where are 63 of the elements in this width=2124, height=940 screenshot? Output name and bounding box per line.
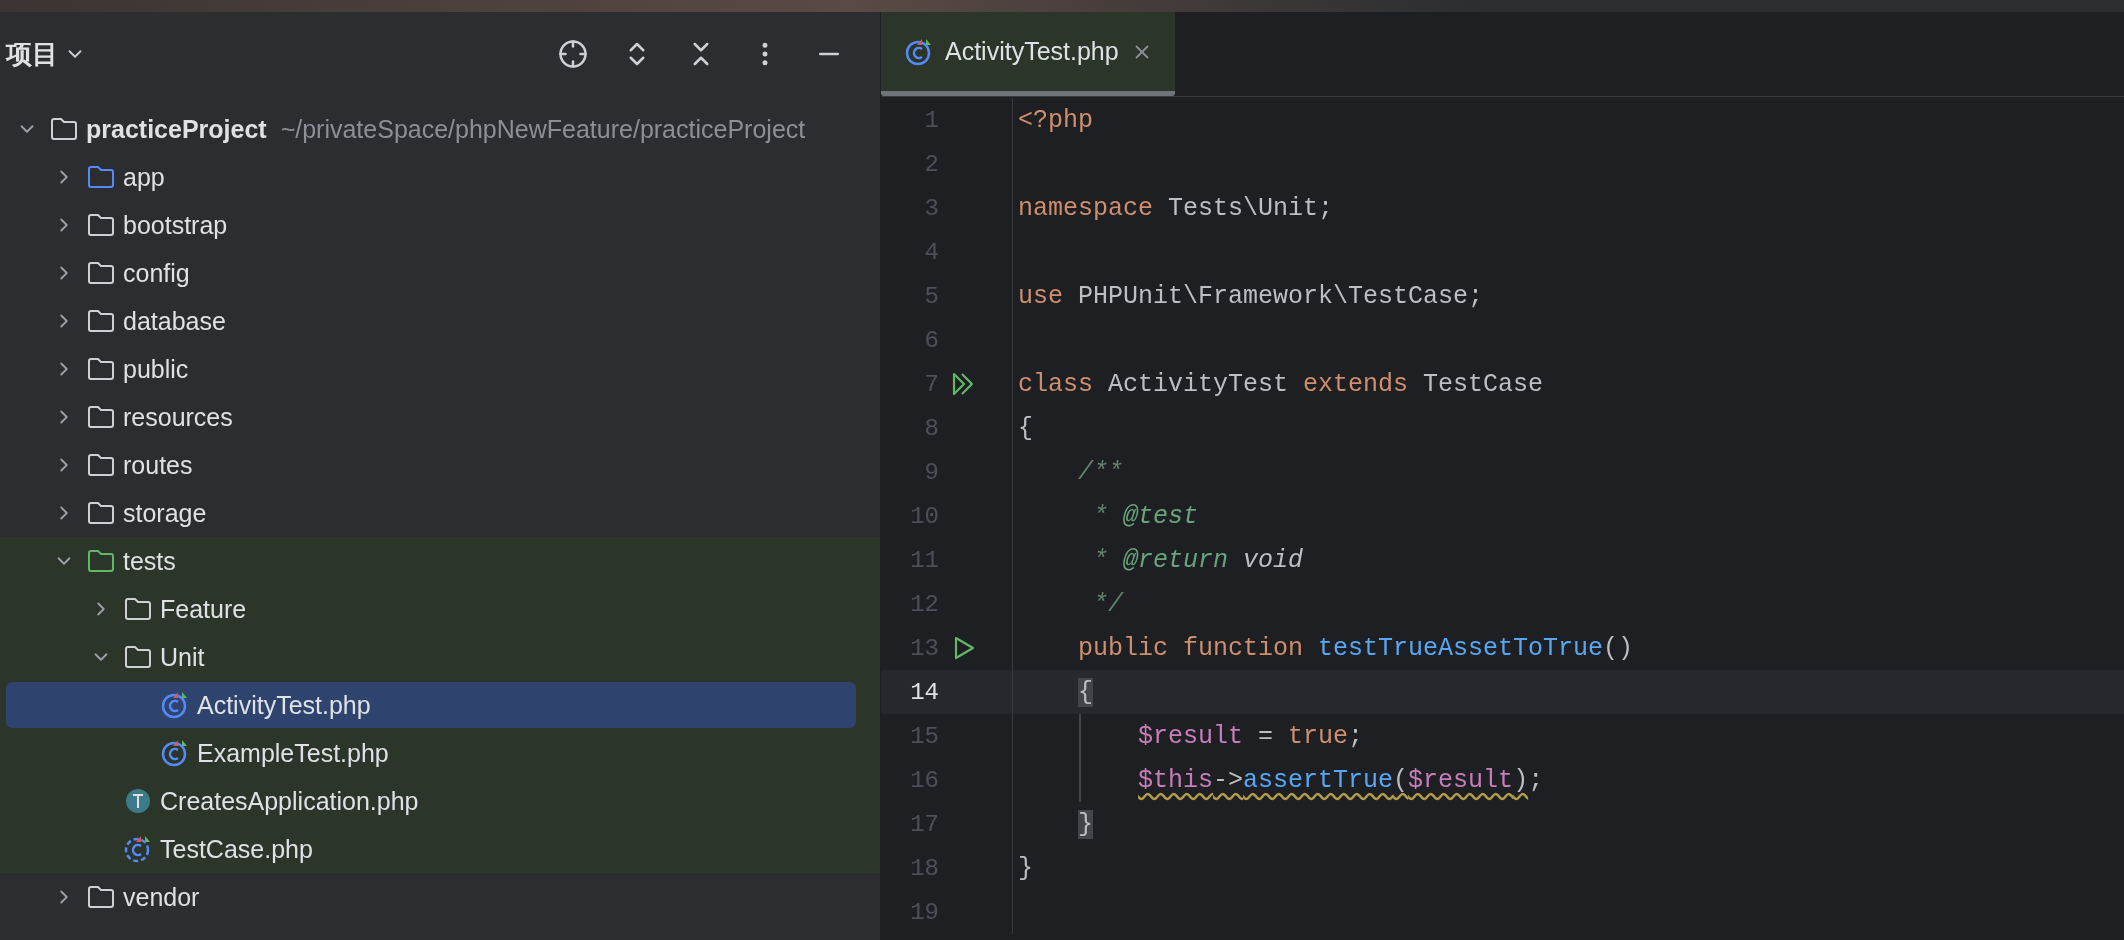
editor-tab[interactable]: ActivityTest.php [881,12,1175,96]
tree-item[interactable]: bootstrap [6,202,856,248]
code-line: namespace Tests\Unit; [1018,193,1334,223]
folder-icon [87,357,115,381]
code-line: { [1018,413,1033,443]
code-line: use PHPUnit\Framework\TestCase; [1018,281,1484,311]
tree-item[interactable]: ActivityTest.php [6,682,856,728]
class-icon [161,739,189,767]
tree-item[interactable]: storage [6,490,856,536]
tree-item[interactable]: app [6,154,856,200]
item-name: config [123,258,190,288]
item-name: public [123,354,189,384]
item-name: app [123,162,165,192]
item-name: vendor [123,882,200,912]
folder-icon [87,885,115,909]
tree-item[interactable]: routes [6,442,856,488]
item-name: Feature [160,594,247,624]
item-name: storage [123,498,207,528]
class-icon [124,835,152,863]
project-path: ~/privateSpace/phpNewFeature/practiceProject [280,114,806,144]
code-line: */ [1092,589,1124,619]
item-name: database [123,306,226,336]
tree-item[interactable]: database [6,298,856,344]
tree-item[interactable]: vendor [6,874,856,920]
code-line: /** [1077,457,1124,487]
tree-item[interactable]: resources [6,394,856,440]
item-name: routes [123,450,193,480]
code-line: } [1018,853,1033,883]
folder-icon [87,213,115,237]
folder-icon [50,117,78,141]
item-name: Unit [160,642,205,672]
folder-icon [87,501,115,525]
code-line: <?php [1018,105,1093,135]
folder-icon [87,453,115,477]
folder-icon [87,405,115,429]
line-number: 14 [909,678,939,706]
code-line: class ActivityTest extends TestCase [1018,369,1544,399]
code-line: * @test [1092,501,1199,531]
folder-icon [124,597,152,621]
code-line: $this->assertTrue($result); [1137,765,1544,795]
panel-title[interactable]: 项目 [6,36,58,72]
code-line: * @return void [1092,545,1304,575]
tree-item[interactable]: config [6,250,856,296]
folder-icon [87,261,115,285]
item-name: practiceProject [86,114,267,144]
folder-icon [87,309,115,333]
folder-icon [87,165,115,189]
item-name: bootstrap [123,210,228,240]
folder-icon [124,645,152,669]
class-icon [905,37,933,66]
item-name: TestCase.php [160,834,313,864]
folder-icon [87,549,115,573]
item-name: CreatesApplication.php [160,786,419,816]
code-line: $result = true; [1137,721,1364,751]
tree-item[interactable]: public [6,346,856,392]
tree-item[interactable]: practiceProject ~/privateSpace/phpNewFeature/practiceProject [6,106,856,152]
trait-icon [124,787,152,815]
class-icon [161,691,189,719]
item-name: tests [123,546,176,576]
code-line: public function testTrueAssetToTrue() [1077,633,1634,663]
item-name: ActivityTest.php [197,690,371,720]
item-name: ExampleTest.php [197,738,389,768]
item-name: resources [123,402,233,432]
